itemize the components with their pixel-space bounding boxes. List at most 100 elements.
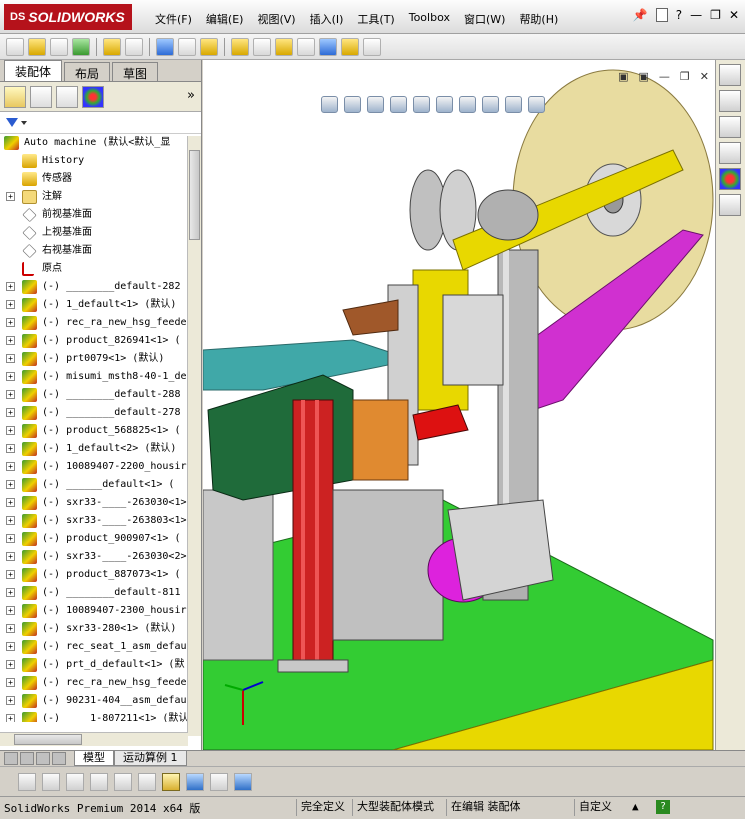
- custom-properties-icon[interactable]: [719, 194, 741, 216]
- tab-model[interactable]: 模型: [74, 751, 114, 766]
- display-manager-icon[interactable]: [82, 85, 104, 108]
- tree-item[interactable]: + (-) product_887073<1> (: [0, 566, 201, 584]
- tree-item[interactable]: + (-) prt_d_default<1> (默: [0, 656, 201, 674]
- zoom-to-fit-icon[interactable]: [321, 96, 338, 113]
- tree-item[interactable]: + (-) sxr33-280<1> (默认): [0, 620, 201, 638]
- table-icon[interactable]: [210, 772, 228, 791]
- tree-item[interactable]: + (-) 90231-404__asm_defau: [0, 692, 201, 710]
- tree-item[interactable]: + (-) ________default-288: [0, 386, 201, 404]
- expand-icon[interactable]: +: [6, 408, 15, 417]
- expand-icon[interactable]: +: [6, 696, 15, 705]
- expand-icon[interactable]: +: [6, 534, 15, 543]
- tab-motion-study[interactable]: 运动算例 1: [114, 751, 187, 766]
- menu-window[interactable]: 窗口(W): [457, 8, 512, 30]
- home-icon[interactable]: [719, 64, 741, 86]
- menu-tools[interactable]: 工具(T): [350, 8, 401, 30]
- sketch-relations-icon[interactable]: [162, 772, 180, 791]
- hide-show-items-icon[interactable]: [459, 96, 476, 113]
- tree-item[interactable]: 原点: [0, 260, 201, 278]
- view-orientation-icon[interactable]: [413, 96, 430, 113]
- scroll-thumb[interactable]: [189, 150, 200, 240]
- tree-item[interactable]: + (-) product_826941<1> (: [0, 332, 201, 350]
- parallel-icon[interactable]: [138, 772, 156, 791]
- tree-horizontal-scrollbar[interactable]: [0, 732, 188, 746]
- prev-tab-icon[interactable]: [20, 751, 34, 765]
- expand-icon[interactable]: +: [6, 282, 15, 291]
- filter-icon[interactable]: [6, 118, 18, 127]
- close-button[interactable]: ✕: [700, 70, 709, 83]
- expand-icon[interactable]: +: [6, 300, 15, 309]
- help-icon[interactable]: ?: [676, 8, 682, 22]
- menu-edit[interactable]: 编辑(E): [199, 8, 251, 30]
- expand-icon[interactable]: +: [6, 588, 15, 597]
- menu-toolbox[interactable]: Toolbox: [402, 8, 457, 30]
- tile-icon[interactable]: ▣: [618, 70, 628, 83]
- move-component-icon[interactable]: [125, 37, 143, 56]
- tree-item[interactable]: + (-) ________default-278: [0, 404, 201, 422]
- pin-icon[interactable]: 📌: [633, 8, 648, 22]
- chevron-down-icon[interactable]: [21, 120, 27, 125]
- design-library-icon[interactable]: [719, 90, 741, 112]
- large-assembly-mode-icon[interactable]: [363, 37, 381, 56]
- expand-icon[interactable]: +: [6, 714, 15, 722]
- section-view-icon[interactable]: [390, 96, 407, 113]
- expand-icon[interactable]: +: [6, 318, 15, 327]
- configuration-manager-icon[interactable]: [56, 85, 78, 108]
- restore-button[interactable]: ❐: [710, 8, 721, 22]
- menu-view[interactable]: 视图(V): [250, 8, 302, 30]
- expand-icon[interactable]: +: [6, 372, 15, 381]
- expand-icon[interactable]: +: [6, 354, 15, 363]
- mate-icon[interactable]: [50, 37, 68, 56]
- wireframe-icon[interactable]: [18, 772, 36, 791]
- apply-scene-icon[interactable]: [505, 96, 522, 113]
- smart-fasteners-icon[interactable]: [103, 37, 121, 56]
- expand-icon[interactable]: +: [6, 480, 15, 489]
- list-icon[interactable]: [90, 772, 108, 791]
- tree-item[interactable]: + (-) ____1-807211<1> (默认: [0, 710, 201, 722]
- feature-manager-icon[interactable]: [4, 85, 26, 108]
- instant3d-icon[interactable]: [341, 37, 359, 56]
- expand-icon[interactable]: +: [6, 426, 15, 435]
- new-document-icon[interactable]: [655, 8, 668, 22]
- tree-item[interactable]: + (-) sxr33-____-263030<2>: [0, 548, 201, 566]
- grid-icon[interactable]: [114, 772, 132, 791]
- assembly-model-render[interactable]: [203, 60, 715, 750]
- expand-icon[interactable]: +: [6, 444, 15, 453]
- expand-icon[interactable]: +: [6, 462, 15, 471]
- shaded-with-edges-icon[interactable]: [186, 772, 204, 791]
- status-units[interactable]: 自定义: [574, 799, 612, 816]
- tree-item[interactable]: + (-) ______default<1> (: [0, 476, 201, 494]
- tree-item[interactable]: + (-) product_568825<1> (: [0, 422, 201, 440]
- tree-item[interactable]: + (-) 1_default<2> (默认): [0, 440, 201, 458]
- insert-component-icon[interactable]: [28, 37, 46, 56]
- tree-root[interactable]: Auto machine (默认<默认_显: [0, 134, 201, 152]
- tree-item[interactable]: History: [0, 152, 201, 170]
- menu-insert[interactable]: 插入(I): [303, 8, 351, 30]
- linear-pattern-icon[interactable]: [72, 37, 90, 56]
- scroll-thumb[interactable]: [14, 734, 82, 745]
- new-motion-study-icon[interactable]: [231, 37, 249, 56]
- tree-item[interactable]: 前视基准面: [0, 206, 201, 224]
- tree-item[interactable]: + (-) 10089407-2300_housir: [0, 602, 201, 620]
- tree-item[interactable]: + (-) 10089407-2200_housir: [0, 458, 201, 476]
- help-icon[interactable]: ?: [656, 800, 670, 814]
- assembly-features-icon[interactable]: [178, 37, 196, 56]
- menu-file[interactable]: 文件(F): [148, 8, 199, 30]
- shaded-icon[interactable]: [66, 772, 84, 791]
- expand-icon[interactable]: +: [6, 660, 15, 669]
- expand-icon[interactable]: +: [6, 642, 15, 651]
- expand-icon[interactable]: +: [6, 678, 15, 687]
- minimize-button[interactable]: —: [690, 8, 702, 22]
- tree-item[interactable]: + (-) rec_ra_new_hsg_feede: [0, 674, 201, 692]
- tab-layout[interactable]: 布局: [64, 62, 111, 81]
- tree-item[interactable]: + 注解: [0, 188, 201, 206]
- expand-icon[interactable]: +: [6, 606, 15, 615]
- tree-item[interactable]: 上视基准面: [0, 224, 201, 242]
- explode-line-sketch-icon[interactable]: [297, 37, 315, 56]
- chevron-up-icon[interactable]: ▲: [632, 800, 639, 813]
- expand-icon[interactable]: +: [6, 390, 15, 399]
- show-hidden-components-icon[interactable]: [156, 37, 174, 56]
- bill-of-materials-icon[interactable]: [253, 37, 271, 56]
- appearances-icon[interactable]: [719, 168, 741, 190]
- smart-dimension-icon[interactable]: [6, 37, 24, 56]
